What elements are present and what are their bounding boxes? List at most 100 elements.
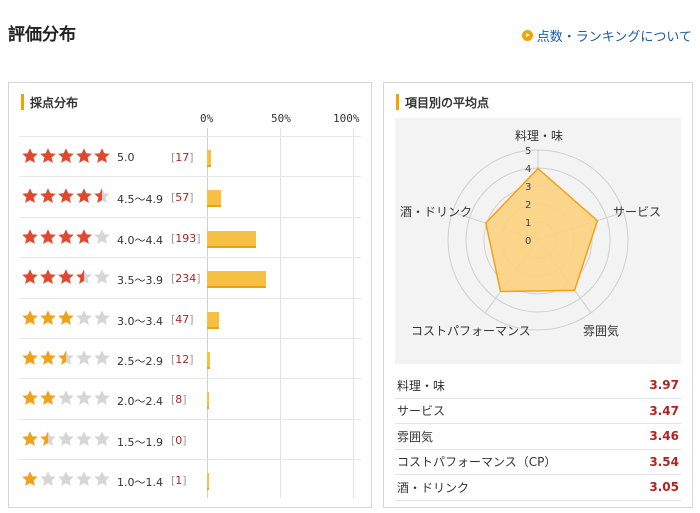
star-icon (21, 389, 39, 407)
distribution-bar (207, 271, 266, 289)
star-icon (57, 389, 75, 407)
page-title: 評価分布 (8, 25, 76, 45)
radar-chart: 0 1 2 3 4 5 料理・味 サービス 雰囲気 コストパフォーマンス 酒・ドリンク (395, 118, 681, 364)
star-icon (75, 268, 93, 286)
star-icon (39, 187, 57, 205)
score-range: 1.0～1.4 (117, 476, 163, 490)
review-count: [1] (171, 474, 187, 488)
score-range: 3.5～3.9 (117, 274, 163, 288)
about-ranking-link[interactable]: 点数・ランキングについて (521, 26, 692, 45)
arrow-right-icon (521, 30, 533, 41)
distribution-bar (207, 230, 256, 248)
average-row: 雰囲気 3.46 (395, 424, 681, 450)
axis-tick-label: 100% (333, 112, 360, 125)
score-distribution-row: 1.5～1.9 [0] (19, 418, 361, 460)
score-range: 4.5～4.9 (117, 193, 163, 207)
review-count: [193] (171, 231, 201, 245)
star-icon (93, 268, 111, 286)
star-rating (21, 187, 111, 205)
star-icon (75, 349, 93, 367)
star-icon (57, 430, 75, 448)
star-icon (75, 470, 93, 488)
average-row: コストパフォーマンス（CP） 3.54 (395, 450, 681, 475)
review-count-value: 47 (175, 312, 190, 326)
score-range: 4.0～4.4 (117, 233, 163, 247)
radar-axis-label: 雰囲気 (583, 324, 620, 338)
star-rating (21, 228, 111, 246)
distribution-bar (207, 392, 209, 410)
star-icon (21, 228, 39, 246)
radar-tick-label: 4 (525, 164, 531, 175)
score-distribution-heading: 採点分布 (21, 94, 78, 110)
average-name: コストパフォーマンス（CP） (397, 455, 557, 470)
review-count: [0] (171, 433, 187, 447)
star-icon (75, 228, 93, 246)
distribution-bar (207, 311, 219, 329)
radar-axis-label: サービス (613, 205, 662, 219)
radar-axis-label: 料理・味 (515, 129, 564, 143)
radar-tick-label: 2 (525, 200, 531, 211)
star-icon (75, 430, 93, 448)
review-count-value: 17 (175, 151, 190, 164)
star-icon (39, 389, 57, 407)
star-icon (75, 309, 93, 327)
average-row: サービス 3.47 (395, 399, 681, 424)
score-range: 3.0～3.4 (117, 314, 163, 328)
review-count-value: 57 (175, 191, 190, 205)
score-distribution-row: 3.5～3.9 [234] (19, 257, 361, 298)
star-icon (93, 309, 111, 327)
star-rating (21, 309, 111, 327)
review-count-value: 234 (175, 272, 197, 286)
radar-data-polygon (484, 167, 599, 293)
star-rating (21, 349, 111, 367)
star-rating (21, 268, 111, 286)
score-range: 5.0 (117, 151, 135, 164)
average-name: 雰囲気 (397, 429, 434, 444)
star-icon (75, 389, 93, 407)
star-icon (57, 187, 75, 205)
average-name: 料理・味 (397, 378, 446, 393)
score-distribution-row: 2.5～2.9 [12] (19, 338, 361, 379)
review-count-value: 193 (175, 231, 197, 245)
star-rating (21, 389, 111, 407)
distribution-bar (207, 473, 209, 491)
star-rating (21, 430, 111, 448)
star-icon (39, 268, 57, 286)
star-icon (21, 470, 39, 488)
category-averages-heading: 項目別の平均点 (396, 94, 489, 110)
review-count-value: 12 (175, 353, 190, 366)
star-icon (21, 187, 39, 205)
star-icon (57, 349, 75, 367)
review-count: [8] (171, 393, 187, 407)
average-name: 酒・ドリンク (397, 480, 470, 495)
star-icon (39, 309, 57, 327)
star-icon (21, 147, 39, 165)
distribution-bar (207, 352, 210, 369)
star-icon (93, 430, 111, 448)
star-icon (39, 349, 57, 367)
average-value: 3.05 (649, 480, 679, 495)
score-distribution-row: 2.0～2.4 [8] (19, 378, 361, 419)
star-icon (75, 187, 93, 205)
review-count: [234] (171, 272, 201, 286)
star-icon (57, 268, 75, 286)
score-range: 2.0～2.4 (117, 395, 163, 409)
star-icon (93, 187, 111, 205)
score-range: 2.5～2.9 (117, 355, 163, 368)
average-value: 3.97 (649, 378, 679, 393)
average-row: 酒・ドリンク 3.05 (395, 475, 681, 501)
average-value: 3.47 (649, 403, 679, 418)
star-icon (39, 228, 57, 246)
star-icon (93, 228, 111, 246)
score-distribution-row: 5.0 [17] (19, 136, 361, 177)
star-icon (21, 268, 39, 286)
radar-tick-label: 0 (525, 236, 531, 247)
axis-tick-label: 0% (200, 112, 214, 125)
star-rating (21, 470, 111, 488)
star-icon (21, 349, 39, 367)
radar-tick-label: 3 (525, 182, 531, 193)
review-count: [57] (171, 191, 194, 205)
star-icon (93, 389, 111, 407)
score-range: 1.5～1.9 (117, 435, 163, 449)
radar-tick-label: 1 (525, 218, 531, 229)
